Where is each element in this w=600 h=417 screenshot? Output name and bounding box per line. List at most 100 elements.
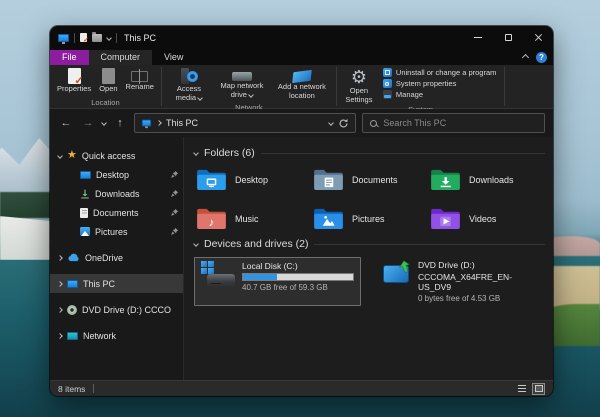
breadcrumb-chevron-icon[interactable] [156, 120, 162, 126]
documents-icon [80, 208, 88, 218]
desktop-icon [80, 171, 91, 179]
manage-button[interactable]: Manage [381, 90, 498, 99]
collapse-section-icon[interactable] [193, 150, 199, 156]
ribbon-group-system: ⚙ Open Settings Uninstall or change a pr… [337, 65, 504, 108]
minimize-icon [474, 37, 482, 38]
videos-folder-icon [430, 207, 461, 230]
check-icon: ✓ [74, 76, 83, 87]
properties-button[interactable]: ✓ Properties [54, 67, 94, 95]
folder-tile-desktop[interactable]: Desktop [194, 166, 311, 193]
sidebar-item-documents[interactable]: Documents [50, 203, 183, 222]
search-input[interactable]: Search This PC [383, 118, 446, 128]
sidebar-item-quick-access[interactable]: ★ Quick access [50, 146, 183, 165]
close-icon [534, 33, 543, 42]
divider [261, 153, 545, 154]
search-box[interactable]: Search This PC [362, 113, 545, 133]
collapse-section-icon[interactable] [193, 241, 199, 247]
open-button[interactable]: Open [96, 67, 120, 95]
item-count: 8 items [58, 384, 85, 394]
chevron-right-icon[interactable] [57, 307, 63, 313]
music-note-icon: ♪ [209, 217, 215, 229]
sidebar-item-desktop[interactable]: Desktop [50, 165, 183, 184]
back-button[interactable]: ← [58, 117, 74, 129]
group-label-location: Location [54, 98, 157, 108]
check-icon: ✓ [83, 37, 89, 44]
folder-tile-downloads[interactable]: Downloads [428, 166, 545, 193]
close-button[interactable] [523, 26, 553, 49]
music-folder-icon: ♪ [196, 207, 227, 230]
refresh-icon[interactable] [338, 118, 349, 129]
folder-tile-pictures[interactable]: Pictures [311, 205, 428, 232]
folder-tile-videos[interactable]: Videos [428, 205, 545, 232]
drive-tile-dvd-d[interactable]: DVD Drive (D:) CCCOMA_X64FRE_EN-US_DV9 0… [375, 257, 545, 306]
tab-file[interactable]: File [50, 50, 89, 65]
downloads-icon [80, 189, 90, 199]
qat-customize-chevron-icon[interactable] [106, 35, 112, 41]
help-icon[interactable]: ? [536, 52, 547, 63]
dvd-drive-icon [381, 260, 411, 284]
tab-computer[interactable]: Computer [89, 50, 153, 65]
ribbon-group-network: Access media Map network drive Add a net… [162, 65, 336, 108]
rename-button[interactable]: Rename [123, 67, 157, 93]
pin-icon[interactable] [170, 208, 179, 217]
access-media-button[interactable]: Access media [166, 67, 212, 103]
dropdown-icon [248, 92, 254, 98]
add-network-location-button[interactable]: Add a network location [272, 67, 332, 101]
chevron-right-icon[interactable] [57, 255, 63, 261]
chevron-right-icon[interactable] [57, 333, 63, 339]
system-properties-button[interactable]: System properties [381, 79, 498, 88]
star-icon: ★ [67, 150, 77, 161]
uninstall-program-button[interactable]: Uninstall or change a program [381, 68, 498, 77]
title-bar[interactable]: ✓ This PC [50, 26, 553, 49]
downloads-folder-icon [430, 168, 461, 191]
collapse-ribbon-icon[interactable] [522, 54, 529, 61]
section-header-devices[interactable]: Devices and drives (2) [194, 238, 545, 250]
disk-usage-bar [242, 273, 354, 281]
uninstall-icon [383, 68, 392, 77]
divider [74, 33, 75, 43]
sidebar-item-pictures[interactable]: Pictures [50, 222, 183, 241]
breadcrumb[interactable]: This PC [166, 118, 198, 128]
folder-tile-documents[interactable]: Documents [311, 166, 428, 193]
this-pc-icon [58, 34, 69, 42]
manage-icon [383, 90, 392, 99]
pictures-icon [80, 227, 90, 236]
rename-icon [131, 71, 148, 82]
sidebar-item-dvd-drive[interactable]: DVD Drive (D:) CCCO [50, 300, 183, 319]
desktop-folder-icon [196, 168, 227, 191]
tab-view[interactable]: View [152, 50, 195, 65]
dropdown-icon [197, 95, 203, 101]
section-header-folders[interactable]: Folders (6) [194, 147, 545, 159]
sidebar-item-this-pc[interactable]: This PC [50, 274, 183, 293]
sidebar-item-onedrive[interactable]: OneDrive [50, 248, 183, 267]
sidebar-item-downloads[interactable]: Downloads [50, 184, 183, 203]
up-button[interactable]: ↑ [112, 117, 128, 129]
navigation-bar: ← → ↑ This PC Search This PC [50, 109, 553, 137]
map-network-drive-button[interactable]: Map network drive [214, 67, 270, 100]
divider [504, 67, 505, 106]
divider [314, 244, 545, 245]
recent-locations-chevron-icon[interactable] [101, 120, 107, 126]
forward-button[interactable]: → [80, 117, 96, 129]
disk-usage-fill [243, 274, 277, 280]
pin-icon[interactable] [170, 227, 179, 236]
address-bar[interactable]: This PC [134, 113, 356, 133]
minimize-button[interactable] [463, 26, 493, 49]
chevron-right-icon[interactable] [57, 281, 63, 287]
open-settings-button[interactable]: ⚙ Open Settings [341, 67, 377, 105]
drive-tile-local-disk-c[interactable]: Local Disk (C:) 40.7 GB free of 59.3 GB [194, 257, 361, 306]
pin-icon[interactable] [170, 170, 179, 179]
sidebar-item-network[interactable]: Network [50, 326, 183, 345]
qat-properties-icon[interactable]: ✓ [80, 33, 87, 42]
folder-tile-music[interactable]: ♪ Music [194, 205, 311, 232]
maximize-button[interactable] [493, 26, 523, 49]
local-disk-icon [201, 261, 235, 289]
ribbon: ✓ Properties Open Rename Location Acc [50, 65, 553, 109]
windows-logo-icon [201, 261, 214, 274]
large-icons-view-button[interactable] [532, 383, 545, 395]
address-dropdown-icon[interactable] [328, 120, 334, 126]
pin-icon[interactable] [170, 189, 179, 198]
details-view-button[interactable] [515, 383, 528, 395]
chevron-down-icon[interactable] [57, 153, 63, 159]
qat-new-folder-icon[interactable] [92, 34, 102, 42]
